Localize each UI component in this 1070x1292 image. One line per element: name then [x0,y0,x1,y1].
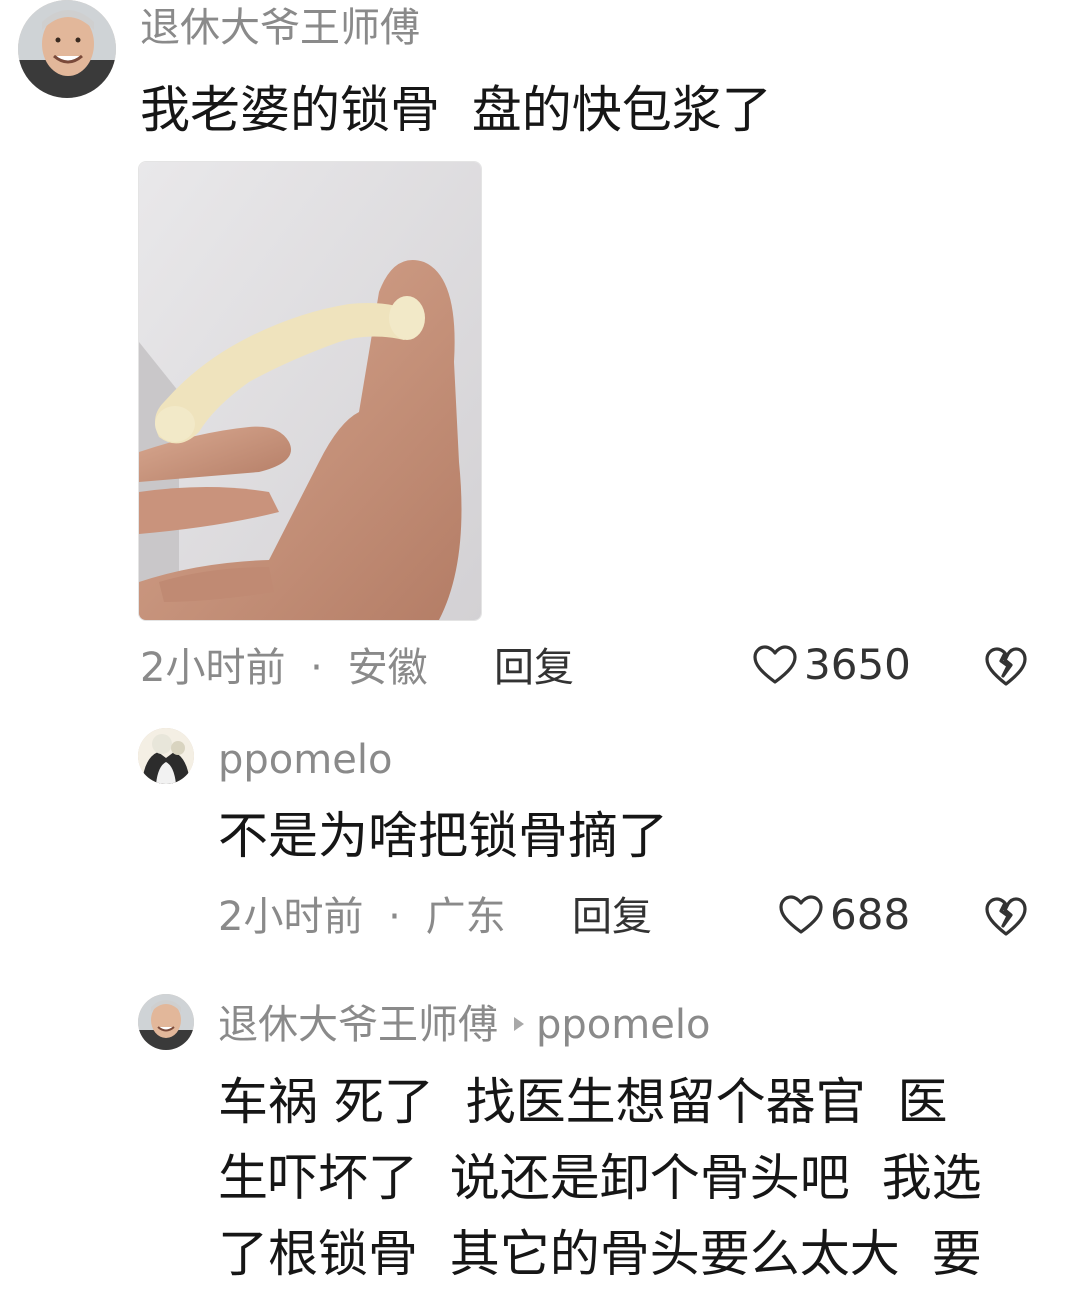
comment-time: 2小时前 [140,645,286,691]
comment-text: 不是为啥把锁骨摘了 [218,807,668,865]
reply-header: 退休大爷王师傅 ppomelo [218,1005,710,1045]
avatar-elderly-man-icon [18,0,116,98]
comment-text-line: 车祸 死了 找医生想留个器官 医 [218,1073,948,1131]
avatar[interactable] [18,0,116,98]
avatar-cat-icon [138,728,194,784]
reply-arrow-icon [514,1017,524,1031]
username[interactable]: 退休大爷王师傅 [218,1002,498,1048]
comment-image[interactable] [138,161,482,621]
comment-text-line: 生吓坏了 说还是卸个骨头吧 我选 [218,1149,982,1207]
meta-separator: · [388,894,401,940]
heart-icon [779,895,823,934]
comment-text-line: 了根锁骨 其它的骨头要么太大 要 [218,1225,982,1283]
comment-meta: 2小时前 · 安徽 [140,648,428,688]
broken-heart-icon [985,897,1027,936]
like-button[interactable]: 3650 [752,644,911,686]
reply-button[interactable]: 回复 [572,897,652,937]
clavicle-bone-in-hand-photo-icon [139,162,481,620]
username[interactable]: ppomelo [218,740,392,780]
username[interactable]: 退休大爷王师傅 [140,8,420,48]
comment-meta: 2小时前 · 广东 [218,897,506,937]
comment-text: 我老婆的锁骨 盘的快包浆了 [140,81,772,139]
heart-icon [753,645,797,684]
avatar[interactable] [138,994,194,1050]
comment-location: 广东 [425,894,506,940]
like-count: 688 [830,890,911,939]
reply-button[interactable]: 回复 [494,648,574,688]
dislike-button[interactable] [984,896,1028,942]
dislike-button[interactable] [984,646,1028,692]
avatar[interactable] [138,728,194,784]
broken-heart-icon [985,647,1027,686]
comment-location: 安徽 [347,645,428,691]
avatar-elderly-man-icon [138,994,194,1050]
meta-separator: · [310,645,323,691]
comment-time: 2小时前 [218,894,364,940]
like-count: 3650 [804,640,911,689]
like-button[interactable]: 688 [778,894,910,936]
reply-to-username[interactable]: ppomelo [536,1002,710,1048]
